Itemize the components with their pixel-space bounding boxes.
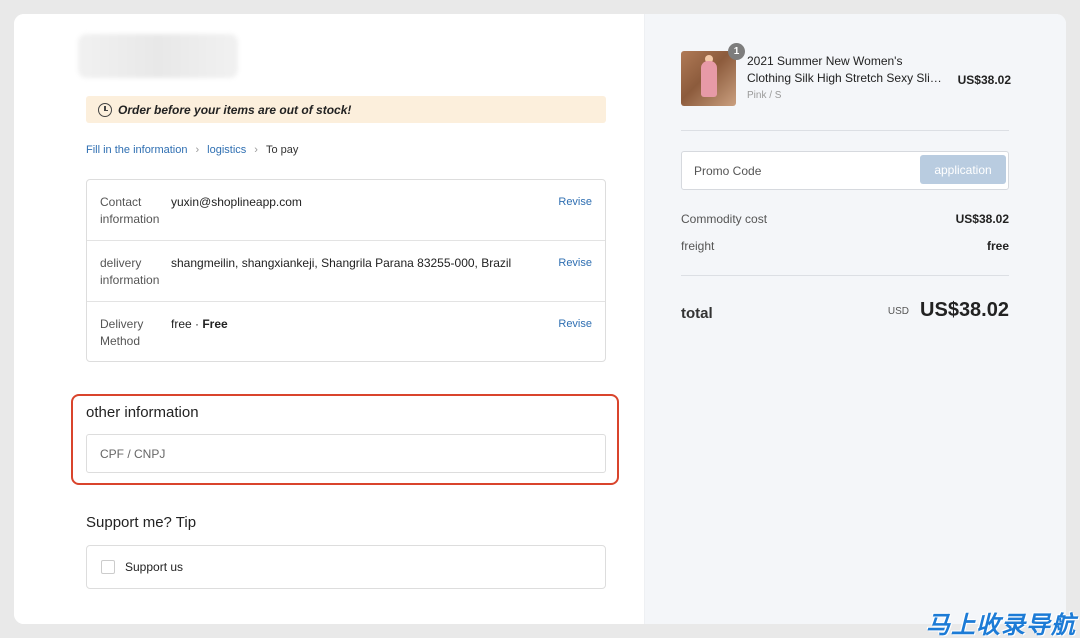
order-sidebar: 1 2021 Summer New Women's Clothing Silk … bbox=[644, 14, 1066, 624]
freight-row: freight free bbox=[681, 239, 1009, 253]
support-label: Support us bbox=[125, 560, 184, 574]
delivery-address: shangmeilin, shangxiankeji, Shangrila Pa… bbox=[171, 256, 512, 270]
cart-item: 1 2021 Summer New Women's Clothing Silk … bbox=[681, 43, 1011, 111]
contact-email: yuxin@shoplineapp.com bbox=[171, 195, 302, 209]
watermark: 马上收录导航 bbox=[926, 611, 1076, 638]
stock-notice: Order before your items are out of stock… bbox=[86, 96, 606, 123]
support-title: Support me? Tip bbox=[86, 514, 197, 531]
breadcrumb-logistics[interactable]: logistics bbox=[207, 144, 246, 156]
delivery-info-row: delivery information shangmeilin, shangx… bbox=[87, 241, 605, 302]
quantity-badge: 1 bbox=[728, 43, 745, 60]
support-option[interactable]: Support us bbox=[86, 545, 606, 589]
contact-info-label: Contact information bbox=[100, 195, 160, 226]
freight-value: free bbox=[986, 239, 1009, 253]
store-logo bbox=[78, 34, 238, 78]
promo-code-input[interactable] bbox=[694, 152, 894, 189]
chevron-right-icon: › bbox=[195, 144, 200, 156]
breadcrumb-to-pay: To pay bbox=[265, 144, 299, 156]
revise-delivery-link[interactable]: Revise bbox=[558, 257, 592, 269]
total-amount: US$38.02 bbox=[920, 299, 1009, 321]
other-info-title: other information bbox=[86, 404, 199, 421]
delivery-method-row: Delivery Method free · Free Revise bbox=[87, 302, 605, 363]
delivery-method-value: free · Free bbox=[171, 317, 228, 331]
commodity-cost-row: Commodity cost US$38.02 bbox=[681, 212, 1009, 226]
chevron-right-icon: › bbox=[254, 144, 258, 156]
revise-method-link[interactable]: Revise bbox=[558, 318, 592, 330]
product-variant: Pink / S bbox=[747, 90, 782, 101]
breadcrumb: Fill in the information › logistics › To… bbox=[86, 144, 298, 156]
promo-code-box: application bbox=[681, 151, 1009, 190]
checkout-main: Order before your items are out of stock… bbox=[14, 14, 644, 624]
stock-notice-text: Order before your items are out of stock… bbox=[118, 102, 352, 117]
product-price: US$38.02 bbox=[957, 73, 1011, 87]
order-summary-box: Contact information yuxin@shoplineapp.co… bbox=[86, 179, 606, 362]
checkout-page: Order before your items are out of stock… bbox=[14, 14, 1066, 624]
delivery-method-label: Delivery Method bbox=[100, 317, 144, 348]
cpf-cnpj-input[interactable] bbox=[86, 434, 606, 473]
divider bbox=[681, 130, 1009, 131]
commodity-cost-label: Commodity cost bbox=[681, 212, 768, 226]
revise-contact-link[interactable]: Revise bbox=[558, 196, 592, 208]
product-name: 2021 Summer New Women's Clothing Silk Hi… bbox=[747, 54, 951, 85]
freight-label: freight bbox=[681, 239, 715, 253]
total-label: total bbox=[681, 305, 713, 322]
contact-info-row: Contact information yuxin@shoplineapp.co… bbox=[87, 180, 605, 241]
support-checkbox[interactable] bbox=[101, 560, 115, 574]
product-thumbnail bbox=[681, 51, 736, 106]
delivery-info-label: delivery information bbox=[100, 256, 160, 287]
apply-promo-button[interactable]: application bbox=[920, 155, 1006, 184]
divider bbox=[681, 275, 1009, 276]
total-row: total USD US$38.02 bbox=[681, 299, 1009, 325]
clock-icon bbox=[98, 102, 112, 117]
total-currency: USD bbox=[887, 306, 909, 317]
breadcrumb-information[interactable]: Fill in the information bbox=[86, 144, 188, 156]
commodity-cost-value: US$38.02 bbox=[955, 212, 1009, 226]
